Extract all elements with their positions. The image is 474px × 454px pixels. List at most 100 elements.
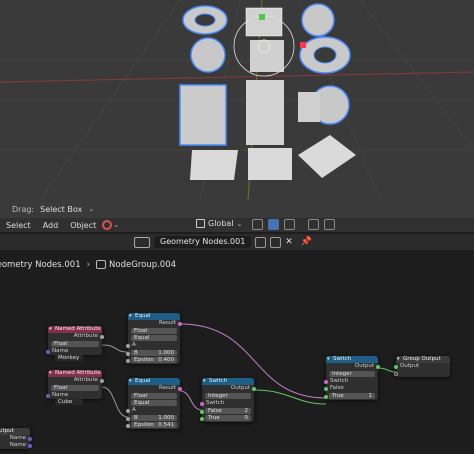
data-type-dropdown[interactable]: Float [131,328,177,334]
switch-node-2[interactable]: Switch Output Integer Switch False True 1 [324,356,380,400]
field-value: 1.000 [158,415,174,421]
output-socket[interactable] [28,436,32,441]
data-type-dropdown[interactable]: Integer [329,371,375,377]
data-type-dropdown[interactable]: Float [131,393,177,399]
chevron-down-icon: ⌄ [88,205,95,213]
true-field[interactable]: True 0 [200,415,251,421]
link-switch2-output [377,367,397,373]
input-socket[interactable] [200,401,204,406]
input-b-field[interactable]: B 1.000 [126,415,177,421]
transform-orientation[interactable]: Global ⌄ [196,219,242,228]
node-tree-type-icon[interactable] [134,236,150,248]
node-title[interactable]: Equal [128,313,180,320]
drag-select-box-dropdown[interactable]: Select Box [40,205,82,214]
output-socket[interactable] [178,386,182,391]
pivot-icon[interactable] [252,219,263,230]
input-b-field[interactable]: B 1.000 [126,350,177,356]
chevron-down-icon: ⌄ [113,221,120,229]
field-label: False [208,408,222,414]
compare-equal-node-2[interactable]: Equal Result Float Equal A B 1.000 Epsilo… [126,378,182,429]
output-socket[interactable] [100,378,104,383]
input-socket[interactable] [126,351,130,356]
node-title[interactable]: utput [0,428,30,435]
switch-node-1[interactable]: Switch Output Integer Switch False 2 True… [200,378,256,422]
input-label: False [330,385,344,391]
data-type-dropdown[interactable]: Float [51,341,99,347]
node-title[interactable]: Switch [326,356,378,363]
group-output-node[interactable]: Group Output Output [394,356,450,377]
input-socket[interactable] [126,423,130,428]
input-socket[interactable] [394,364,398,369]
node-title[interactable]: Named Attribute [48,370,102,377]
field-label: B [134,350,138,356]
node-tree-picker[interactable]: Geometry Nodes.001 ✕ 📌 [134,236,312,248]
output-label: Output [354,363,374,369]
field-value: 1.000 [158,350,174,356]
snap-icon[interactable] [268,219,279,230]
output-label: Result [159,320,176,326]
falloff-curve-icon[interactable] [324,219,335,230]
proportional-edit-icon[interactable] [308,219,319,230]
switch-input: Switch [200,400,254,407]
false-field[interactable]: False 2 [200,408,251,414]
input-socket[interactable] [324,386,328,391]
tall-cube-center [246,80,284,145]
menu-add[interactable]: Add [37,221,65,230]
name-input[interactable]: Name Cube [46,392,102,405]
input-socket[interactable] [200,416,204,421]
monkey-object-left [190,37,226,73]
true-field[interactable]: True 1 [324,393,375,399]
output-socket[interactable] [178,321,182,326]
close-icon[interactable]: ✕ [285,237,293,247]
input-socket[interactable] [126,408,130,413]
name-socket[interactable] [46,349,50,354]
epsilon-field[interactable]: Epsilon 0.541 [126,422,177,428]
data-type-dropdown[interactable]: Integer [205,393,251,399]
output-socket[interactable] [376,364,380,369]
node-title[interactable]: Switch [202,378,254,385]
name-value[interactable]: Cube [55,399,83,405]
name-value[interactable]: Monkey [55,355,83,361]
menu-select[interactable]: Select [0,221,37,230]
type-value: Float [134,328,148,334]
compare-equal-node-1[interactable]: Equal Result Float Equal A B 1.000 Epsilo… [126,313,182,364]
mode-value: Equal [134,335,150,341]
name-label: Name [52,392,69,398]
3d-viewport[interactable]: Drag: Select Box ⌄ [0,0,474,218]
output-socket[interactable] [252,386,256,391]
named-attribute-node-1[interactable]: Named Attribute Attribute Float Name Mon… [46,326,104,361]
input-socket[interactable] [126,358,130,363]
operation-dropdown[interactable]: Equal [131,400,177,406]
name-input[interactable]: Name Monkey [46,348,102,361]
empty-socket[interactable] [394,371,398,376]
data-type-dropdown[interactable]: Float [51,385,99,391]
input-socket[interactable] [126,416,130,421]
snap-target-icon[interactable] [284,219,295,230]
node-tree-name-field[interactable]: Geometry Nodes.001 [154,236,252,248]
gizmo-y-handle [259,14,265,20]
menu-object[interactable]: Object [64,221,102,230]
node-title[interactable]: Group Output [396,356,450,363]
duplicate-icon[interactable] [270,236,282,248]
node-tree-header: Geometry Nodes.001 ✕ 📌 [0,234,474,250]
node-title[interactable]: Equal [128,378,180,385]
floor-grid [0,0,474,200]
input-socket[interactable] [324,379,328,384]
output-socket[interactable] [100,334,104,339]
input-socket[interactable] [324,394,328,399]
output-socket[interactable] [28,443,32,448]
node-canvas[interactable]: Geometry Nodes.001 › NodeGroup.004 Named… [0,250,474,454]
type-value: Integer [208,393,228,399]
node-title[interactable]: Named Attribute [48,326,102,333]
input-socket[interactable] [126,343,130,348]
named-attribute-node-2[interactable]: Named Attribute Attribute Float Name Cub… [46,370,104,405]
input-socket[interactable] [200,409,204,414]
epsilon-field[interactable]: Epsilon 0.400 [126,357,177,363]
object-type-icon[interactable] [102,220,113,230]
pin-icon[interactable]: 📌 [301,237,312,247]
name-socket[interactable] [46,393,50,398]
fake-user-shield-icon[interactable] [255,236,267,248]
link-equal2-switch1 [179,390,203,411]
operation-dropdown[interactable]: Equal [131,335,177,341]
group-input-node-partial[interactable]: utput Name Name [0,428,32,449]
